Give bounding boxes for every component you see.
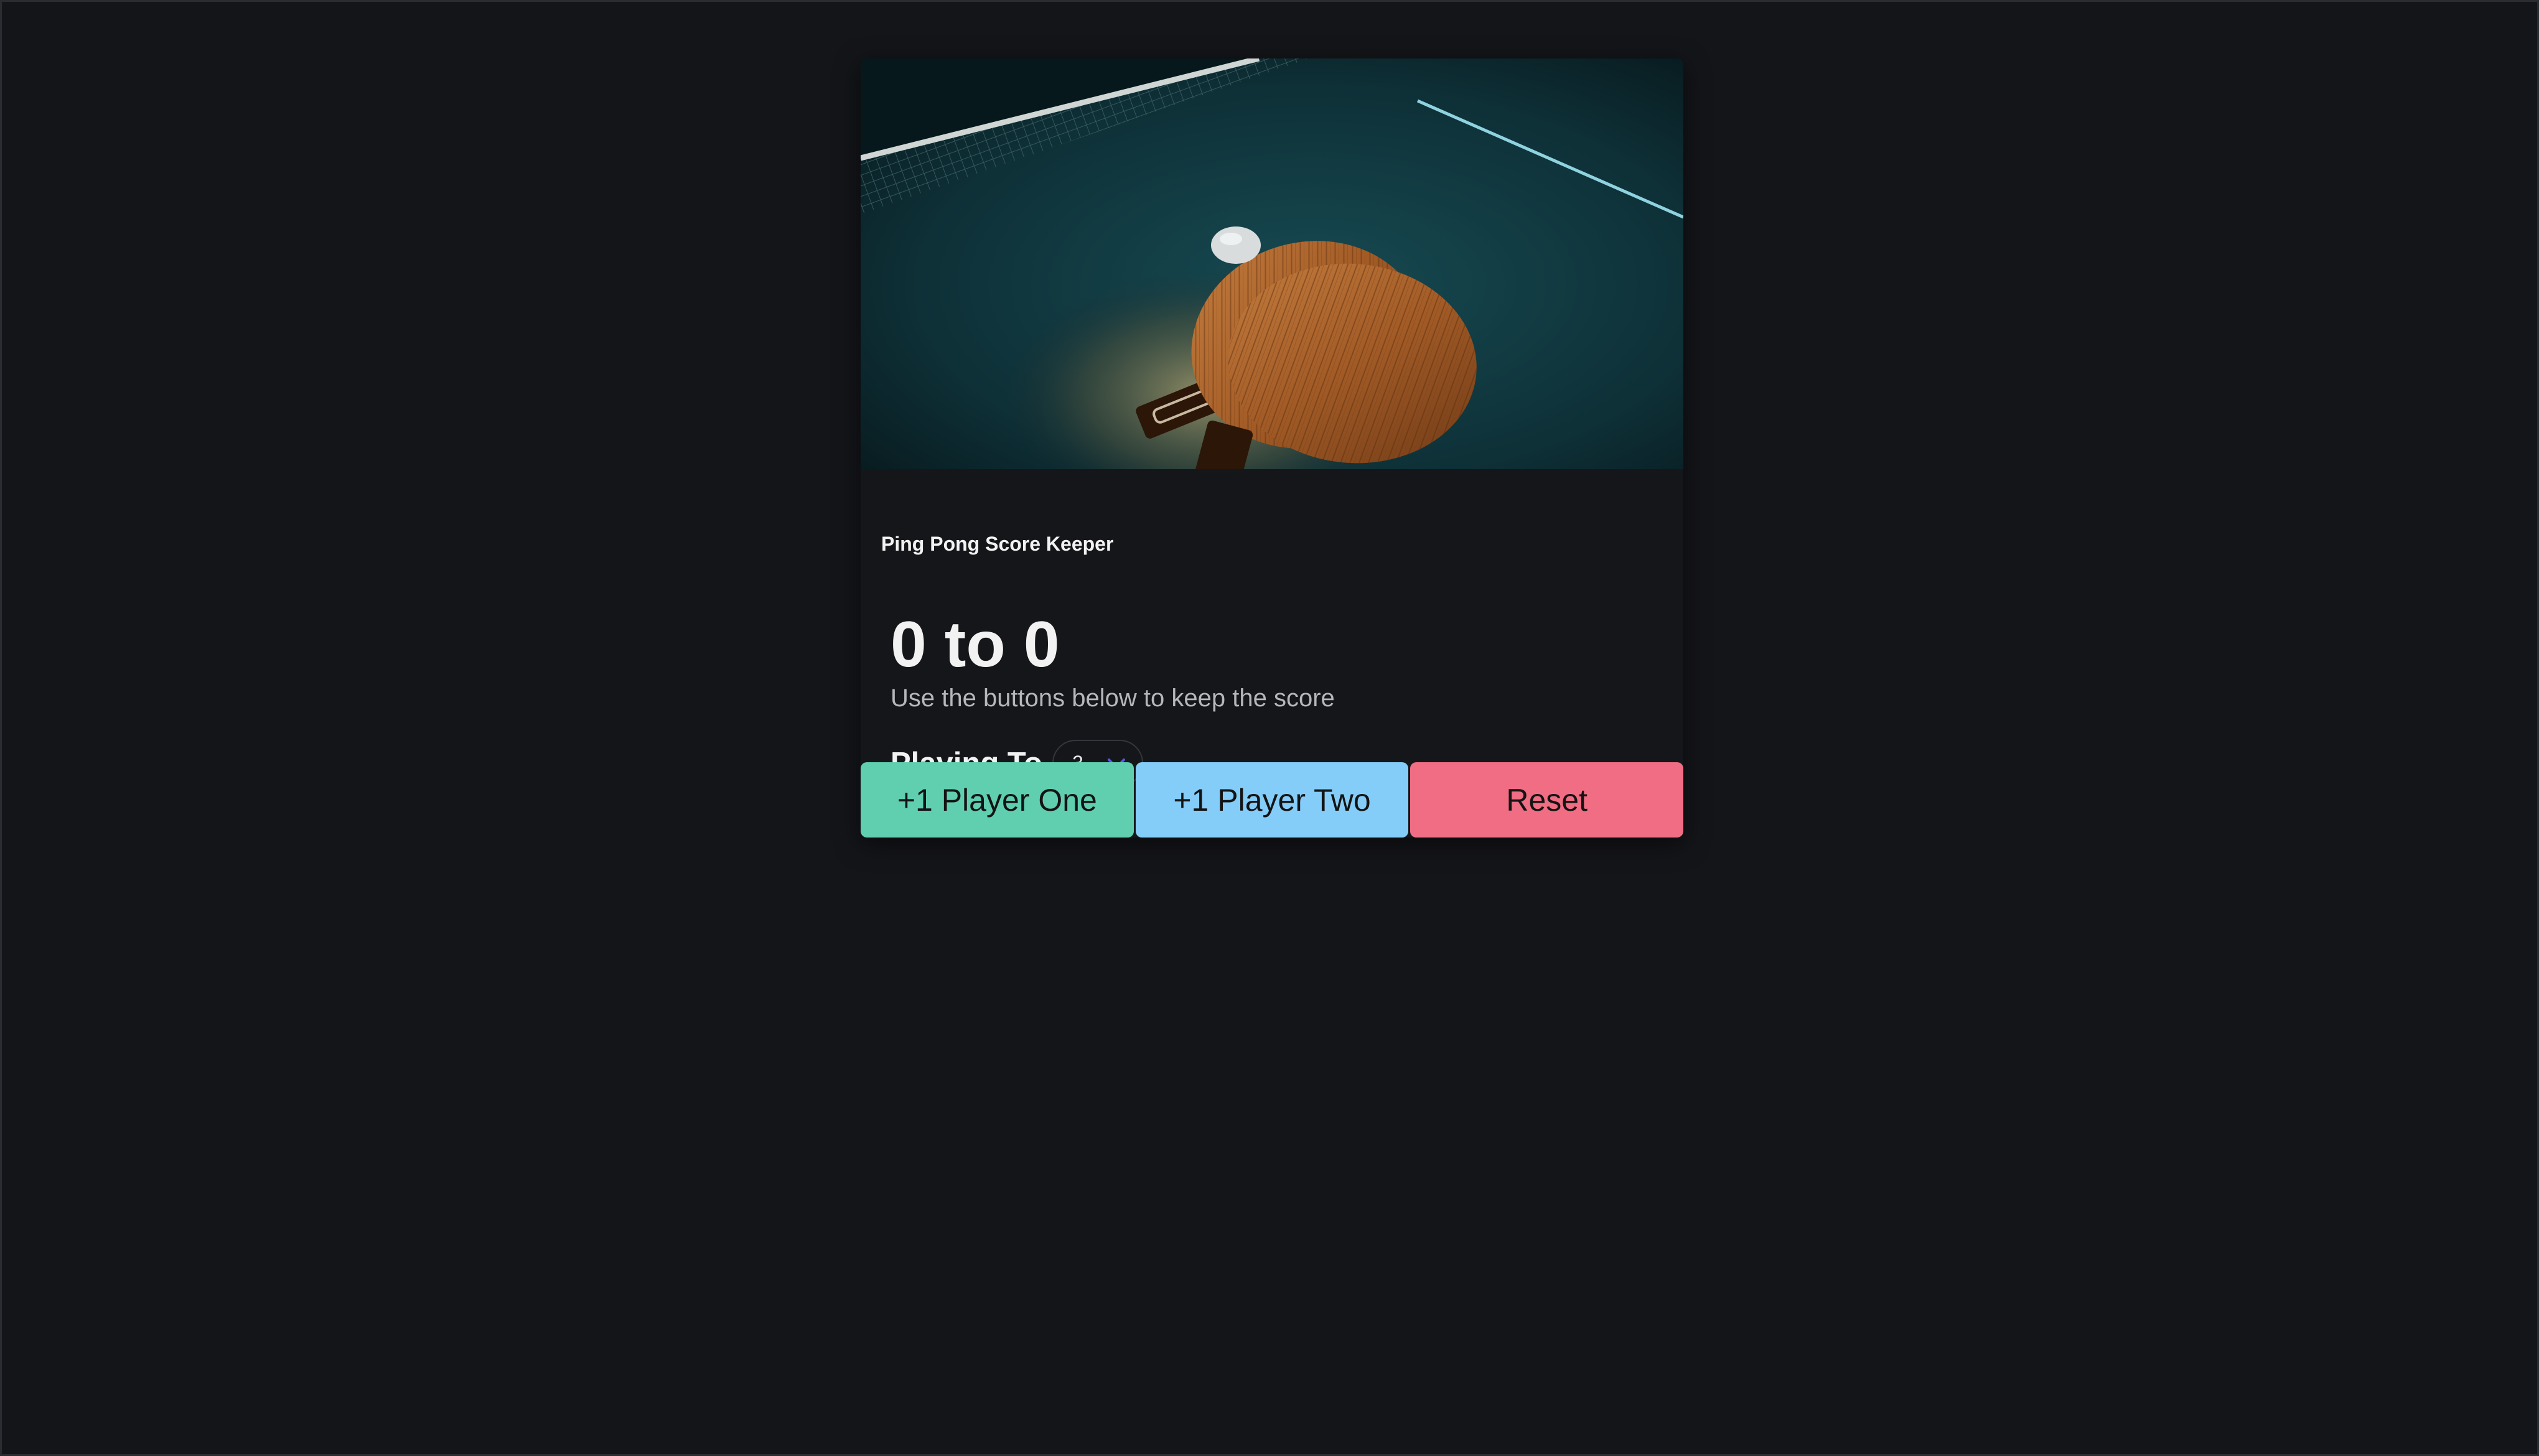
score-display: 0 to 0 [891,609,1060,681]
score-keeper-card: Ping Pong Score Keeper 0 to 0 Use the bu… [861,58,1683,838]
player-two-button[interactable]: +1 Player Two [1135,762,1409,838]
card-header-title: Ping Pong Score Keeper [881,533,1114,555]
hero-image [861,58,1683,469]
reset-button[interactable]: Reset [1410,762,1683,838]
button-bar: +1 Player One +1 Player Two Reset [861,762,1683,838]
ping-pong-paddles-image [861,58,1683,469]
app-window: Ping Pong Score Keeper 0 to 0 Use the bu… [0,0,2539,1456]
score-instructions: Use the buttons below to keep the score [891,684,1335,712]
player-one-button[interactable]: +1 Player One [861,762,1134,838]
